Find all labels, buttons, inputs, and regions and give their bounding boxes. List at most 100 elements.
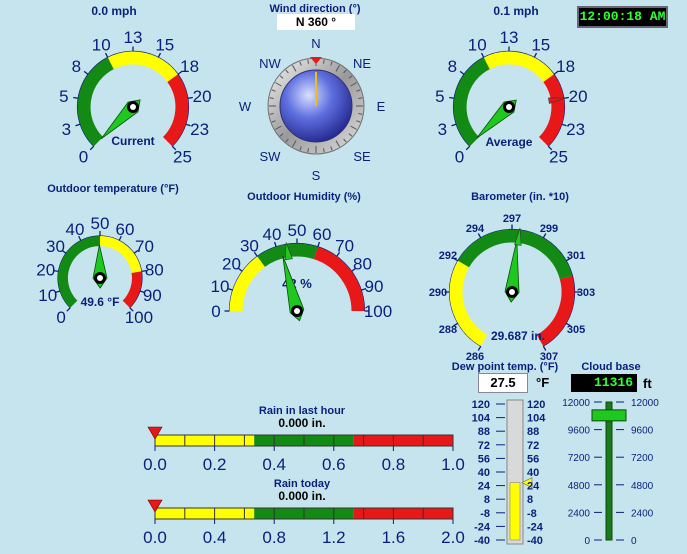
dew-point-tick-label-right: 40: [527, 467, 539, 479]
dew-point-tick-label-right: 72: [527, 440, 539, 452]
outdoor-humidity-tick-label: 30: [240, 237, 259, 256]
rain-last-hour-tick-label: 0.0: [143, 455, 167, 474]
wind-speed-average-gauge: 0.1 mph 03 58 10 13 15 18 20 23 25 Average: [435, 4, 587, 167]
dew-point-fill: [509, 482, 521, 541]
barometer-tick: [542, 345, 547, 351]
rain-today-tick-label: 1.2: [322, 528, 346, 547]
compass-tick: [307, 59, 309, 64]
weather-dashboard: 0.0 mph 035810 13 1518202325 Current Wind …: [36, 3, 659, 547]
outdoor-humidity-tick-label: 100: [364, 302, 392, 321]
outdoor-temperature-tick-label: 80: [145, 261, 164, 280]
cloud-base-tick-label-left: 9600: [568, 426, 591, 437]
outdoor-temperature-band-red: [122, 271, 142, 308]
rain-today-segment-red: [353, 508, 453, 519]
compass-se-label: SE: [353, 149, 371, 164]
compass-tick: [269, 97, 274, 99]
wind-speed-current-tick-label: 3: [62, 120, 71, 139]
barometer-tick-label: 290: [429, 287, 447, 299]
wind-speed-average-tick: [451, 123, 457, 127]
wind-speed-current-tick-label: 23: [190, 120, 209, 139]
dew-point-tick-label-left: 104: [472, 413, 491, 425]
outdoor-temperature-tick-label: 50: [91, 214, 110, 233]
dew-point-tick-label-left: 40: [478, 467, 490, 479]
barometer-tick-label: 292: [439, 250, 457, 262]
compass-tick: [323, 148, 325, 153]
rain-today-tick-label: 0.4: [203, 528, 227, 547]
outdoor-humidity-gauge: Outdoor Humidity (%) 0 10 203040 50 607080 90…: [211, 191, 392, 322]
outdoor-temperature-gauge: Outdoor temperature (°F) 0 10 20 3040 50 6070…: [36, 183, 179, 327]
dew-point-tick-label-right: 56: [527, 453, 539, 465]
outdoor-humidity-band-red: [313, 246, 365, 312]
wind-speed-average-title: 0.1 mph: [493, 4, 538, 18]
dew-point-tick-label-left: -8: [480, 508, 490, 520]
wind-speed-average-tick: [465, 145, 471, 151]
wind-speed-current-tick-label: 10: [92, 36, 111, 55]
dew-point-tick-label-left: -24: [474, 521, 491, 533]
dew-point-tick-label-right: 8: [527, 494, 533, 506]
wind-speed-current-gauge: 0.0 mph 03 58 10 13 15 18 20 23 25 Current: [59, 4, 211, 167]
wind-speed-average-tick-label: 5: [435, 87, 444, 106]
wind-speed-current-tick-label: 15: [155, 36, 174, 55]
dew-point-tick-label-left: 24: [478, 481, 491, 493]
outdoor-temperature-tick-label: 40: [66, 220, 85, 239]
rain-last-hour-tick-label: 0.4: [262, 455, 286, 474]
clock-display: 12:00:18 AM: [577, 6, 668, 28]
outdoor-humidity-tick-label: 10: [211, 277, 230, 296]
compass-e-label: E: [377, 99, 386, 114]
wind-speed-current-tick-label: 20: [193, 87, 212, 106]
dew-point-tick-label-left: 88: [478, 426, 490, 438]
wind-speed-average-tick: [459, 70, 465, 75]
outdoor-temperature-readout: 49.6 °F: [81, 295, 120, 309]
outdoor-temperature-tick-label: 60: [116, 220, 135, 239]
wind-speed-average-hub-center: [506, 104, 512, 110]
wind-speed-average-tick-label: 8: [448, 57, 457, 76]
wind-speed-average-tick-label: 3: [438, 120, 447, 139]
compass-sw-label: SW: [260, 149, 282, 164]
wind-speed-current-tick-label: 25: [173, 148, 192, 167]
wind-speed-average-tick-label: 13: [500, 28, 519, 47]
wind-speed-average-tick-label: 0: [455, 148, 464, 167]
rain-today-tick-label: 0.8: [262, 528, 286, 547]
compass-tick: [307, 148, 309, 153]
outdoor-humidity-tick-label: 60: [313, 225, 332, 244]
wind-speed-current-tick: [75, 123, 81, 127]
compass-tick: [323, 59, 325, 64]
cloud-base-tick-label-right: 12000: [631, 398, 659, 409]
rain-last-hour-tick-label: 0.8: [382, 455, 406, 474]
outdoor-temperature-tick-label: 0: [56, 308, 65, 327]
outdoor-temperature-tick: [66, 307, 71, 312]
wind-speed-current-tick: [89, 145, 95, 151]
rain-last-hour-bar: Rain in last hour 0.000 in. 0.0 0.2 0.4 0.6…: [143, 405, 465, 474]
wind-speed-current-tick-label: 0: [79, 148, 88, 167]
wind-speed-current-tick-label: 8: [72, 57, 81, 76]
cloud-base-tick-label-right: 9600: [631, 426, 654, 437]
compass-tick: [358, 113, 363, 115]
barometer-title: Barometer (in. *10): [471, 191, 569, 203]
barometer-tick-label: 301: [567, 250, 585, 262]
rain-last-hour-tick-label: 0.6: [322, 455, 346, 474]
outdoor-humidity-tick-label: 80: [353, 255, 372, 274]
wind-speed-current-band-green: [77, 57, 115, 147]
cloud-base-tick-label-right: 2400: [631, 508, 654, 519]
dew-point-tick-label-right: 104: [527, 413, 546, 425]
wind-speed-current-band-yellow: [107, 51, 178, 83]
wind-speed-average-label: Average: [486, 135, 533, 149]
barometer-gauge: Barometer (in. *10) 28628829029229429729…: [429, 191, 595, 363]
cloud-base-tick-label-left: 7200: [568, 453, 591, 464]
outdoor-temperature-tick-label: 30: [46, 237, 65, 256]
barometer-tick-label: 288: [439, 324, 457, 336]
wind-speed-current-tick-label: 18: [180, 57, 199, 76]
rain-last-hour-tick-label: 0.2: [203, 455, 227, 474]
wind-speed-current-tick-label: 13: [124, 28, 143, 47]
wind-speed-average-tick-label: 10: [468, 36, 487, 55]
outdoor-humidity-tick-label: 70: [335, 237, 354, 256]
outdoor-humidity-tick-label: 50: [288, 221, 307, 240]
wind-speed-average-tick-label: 25: [549, 148, 568, 167]
cloud-base-title: Cloud base: [581, 361, 640, 373]
cloud-base-tick-label-right: 4800: [631, 481, 654, 492]
wind-speed-average-tick-label: 23: [566, 120, 585, 139]
cloud-base-slider: [591, 409, 627, 422]
cloud-base-tick-label-left: 0: [584, 536, 590, 547]
wind-speed-average-tick: [449, 96, 455, 99]
dew-point-unit: °F: [536, 375, 549, 390]
